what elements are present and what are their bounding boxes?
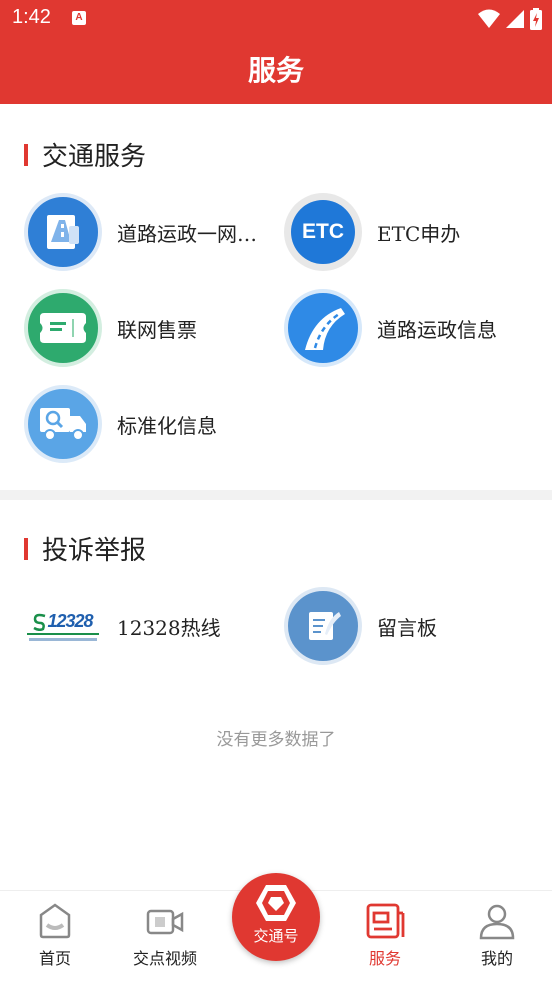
app-header: 服务 bbox=[0, 38, 552, 104]
service-label: 标准化信息 bbox=[117, 413, 217, 438]
logo-caption-bar bbox=[29, 638, 97, 641]
no-more-data-text: 没有更多数据了 bbox=[216, 730, 336, 750]
section-accent-bar bbox=[24, 537, 28, 560]
service-road-transport-portal[interactable]: 道路运政一网… bbox=[24, 193, 274, 271]
section-title: 投诉举报 bbox=[42, 536, 147, 566]
service-label: ETC申办 bbox=[377, 221, 461, 246]
message-board-icon bbox=[284, 587, 362, 665]
road-icon bbox=[284, 289, 362, 367]
hotline-12328-logo: 12328 bbox=[24, 587, 102, 665]
logo-underline bbox=[27, 633, 99, 635]
hotline-logo-mark: 12328 bbox=[33, 611, 94, 632]
tab-label: 交通号 bbox=[253, 927, 299, 945]
etc-icon: ETC bbox=[284, 193, 362, 271]
traffic-logo-icon bbox=[256, 885, 296, 921]
service-standardization-info[interactable]: 标准化信息 bbox=[24, 385, 274, 463]
tab-profile[interactable]: 我的 bbox=[442, 891, 552, 983]
status-icons bbox=[478, 8, 542, 30]
notification-a-icon: A bbox=[72, 11, 86, 25]
logo-swirl-icon bbox=[33, 613, 46, 631]
home-icon bbox=[39, 903, 71, 939]
tab-traffic-account[interactable]: 交通号 bbox=[232, 873, 320, 961]
etc-badge: ETC bbox=[291, 200, 355, 264]
service-label: 留言板 bbox=[377, 615, 437, 640]
battery-charging-icon bbox=[530, 8, 542, 30]
complaint-section: 投诉举报 12328 12328热线 留言板 bbox=[0, 500, 552, 690]
page-title: 服务 bbox=[247, 54, 304, 87]
status-time: 1:42 bbox=[12, 6, 51, 28]
tab-home[interactable]: 首页 bbox=[0, 891, 110, 983]
traffic-services-section: 交通服务 道路运政一网… ETC ETC申办 联网售票 道路运政信息 标准化信息 bbox=[0, 104, 552, 490]
service-label: 道路运政一网… bbox=[117, 221, 257, 246]
tab-label: 服务 bbox=[368, 949, 401, 968]
service-label: 联网售票 bbox=[117, 317, 197, 342]
road-document-icon bbox=[24, 193, 102, 271]
service-etc-apply[interactable]: ETC ETC申办 bbox=[284, 193, 534, 271]
wifi-icon bbox=[478, 9, 500, 28]
tab-service[interactable]: 服务 bbox=[330, 891, 440, 983]
service-label: 12328热线 bbox=[117, 615, 221, 640]
hotline-logo-text: 12328 bbox=[47, 611, 93, 631]
complaint-12328-hotline[interactable]: 12328 12328热线 bbox=[24, 587, 274, 665]
service-icon bbox=[366, 903, 405, 939]
user-icon bbox=[479, 904, 515, 940]
section-header: 交通服务 bbox=[24, 136, 146, 173]
tab-label: 我的 bbox=[480, 949, 513, 968]
complaint-message-board[interactable]: 留言板 bbox=[284, 587, 534, 665]
ticket-icon bbox=[24, 289, 102, 367]
service-road-transport-info[interactable]: 道路运政信息 bbox=[284, 289, 534, 367]
signal-icon bbox=[506, 10, 524, 28]
truck-search-icon bbox=[24, 385, 102, 463]
status-bar: 1:42 A bbox=[0, 0, 552, 38]
service-label: 道路运政信息 bbox=[377, 317, 497, 342]
section-divider bbox=[0, 490, 552, 500]
section-header: 投诉举报 bbox=[24, 530, 146, 567]
service-online-ticketing[interactable]: 联网售票 bbox=[24, 289, 274, 367]
video-icon bbox=[146, 909, 184, 935]
tab-video[interactable]: 交点视频 bbox=[110, 891, 220, 983]
etc-icon-text: ETC bbox=[302, 220, 344, 243]
section-title: 交通服务 bbox=[42, 142, 147, 172]
tab-label: 交点视频 bbox=[132, 949, 197, 968]
bottom-tab-bar: 首页 交点视频 交通号 服务 我的 bbox=[0, 873, 552, 983]
section-accent-bar bbox=[24, 143, 28, 166]
tab-label: 首页 bbox=[38, 949, 71, 968]
